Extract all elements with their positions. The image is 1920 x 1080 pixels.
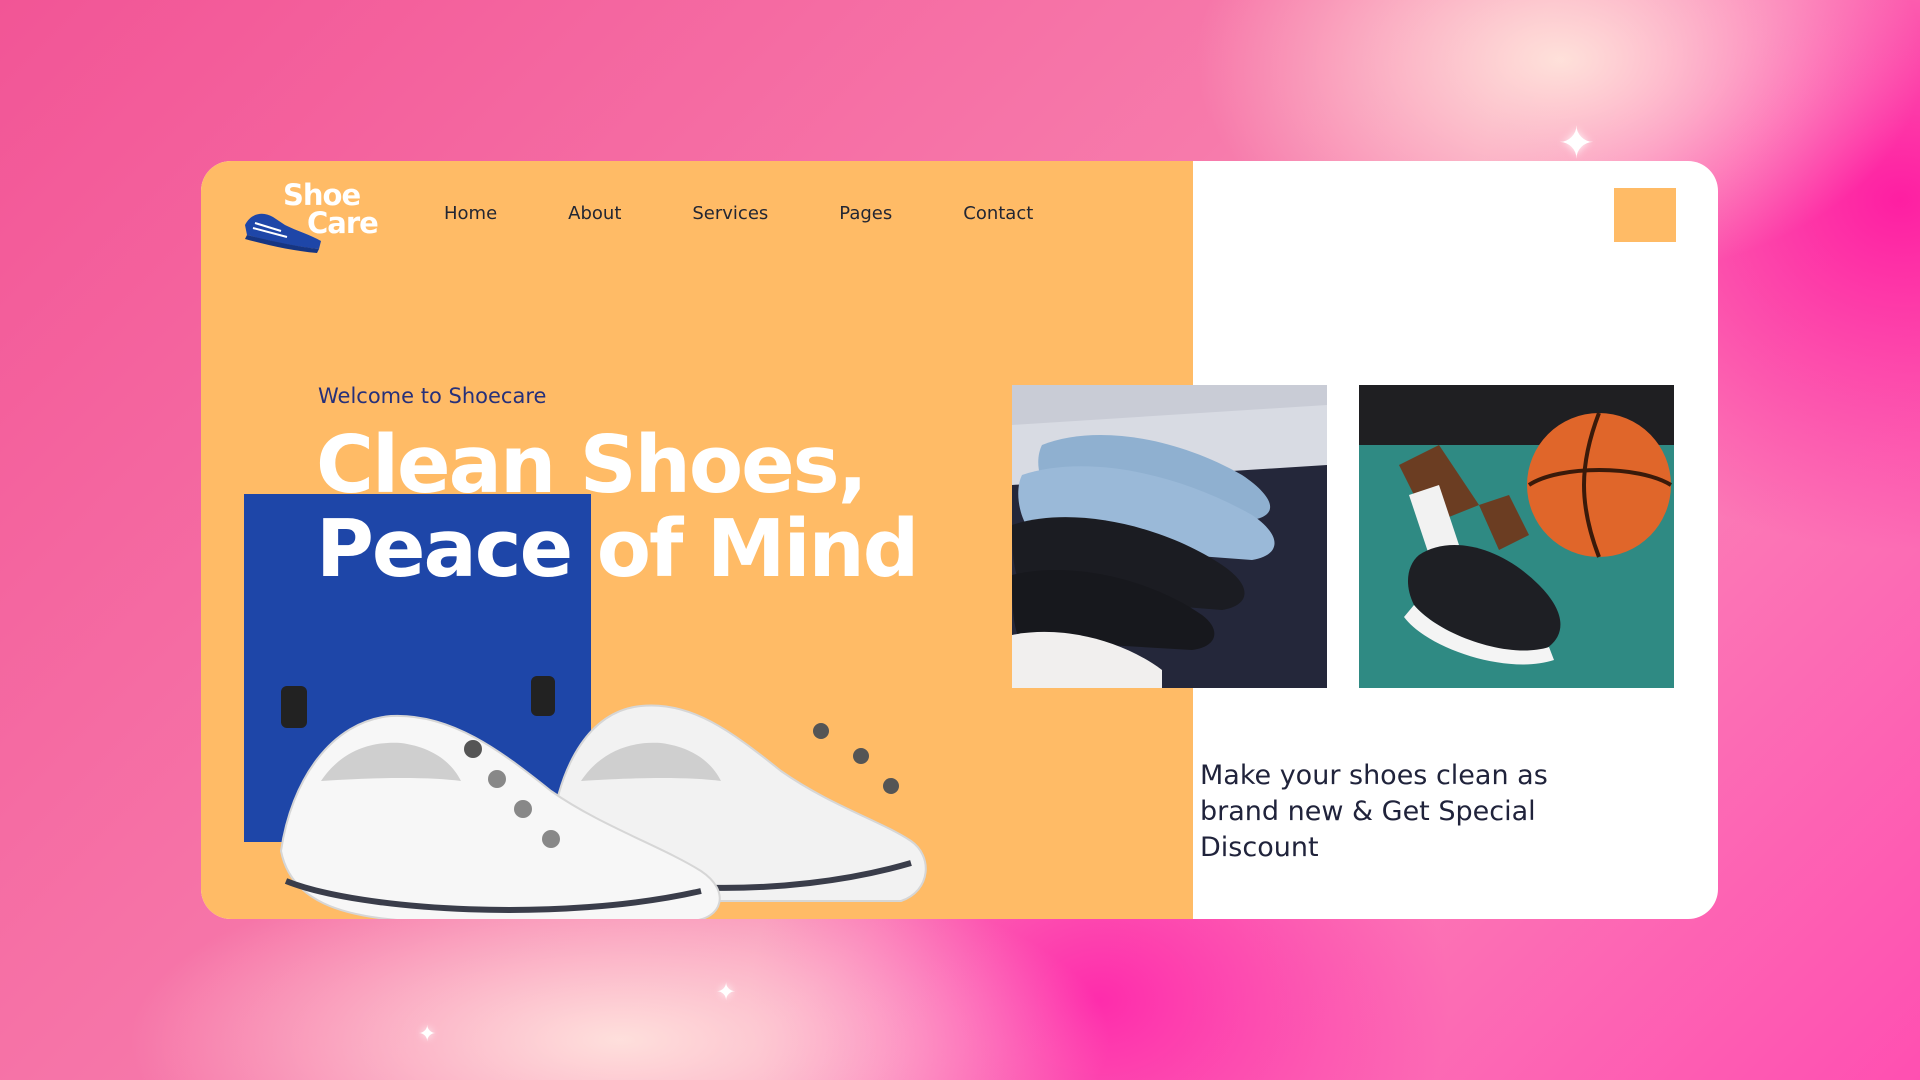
promo-text: Make your shoes clean as brand new & Get… xyxy=(1200,760,1548,863)
sparkle-icon: ✦ xyxy=(418,1022,437,1047)
nav-contact[interactable]: Contact xyxy=(963,203,1033,233)
white-sneakers-image xyxy=(279,676,927,919)
sparkle-icon: ✦ xyxy=(716,978,737,1006)
nav-services[interactable]: Services xyxy=(692,203,768,233)
hero-headline: Clean Shoes, Peace of Mind xyxy=(316,419,919,595)
brand-line-2: Care xyxy=(307,206,379,240)
headline-line-1: Clean Shoes, xyxy=(316,419,868,511)
brand-logo[interactable]: Shoe Care xyxy=(241,178,401,253)
nav-pages[interactable]: Pages xyxy=(839,203,892,233)
sparkle-icon: ✦ xyxy=(1558,118,1595,169)
nav-home[interactable]: Home xyxy=(444,203,497,233)
main-nav: Home About Services Pages Contact xyxy=(444,203,1104,233)
welcome-text: Welcome to Shoecare xyxy=(318,384,547,408)
brand-line-1: Shoe xyxy=(283,178,361,212)
shoes-row-photo xyxy=(1012,385,1327,688)
headline-line-2: Peace of Mind xyxy=(316,503,919,595)
lacing-shoes-photo xyxy=(1359,385,1674,688)
landing-card: Shoe Care Home About Services Pages Cont… xyxy=(201,161,1718,919)
menu-square-icon[interactable] xyxy=(1614,188,1676,242)
nav-about[interactable]: About xyxy=(568,203,621,233)
brand-wordmark: Shoe Care xyxy=(283,178,379,240)
